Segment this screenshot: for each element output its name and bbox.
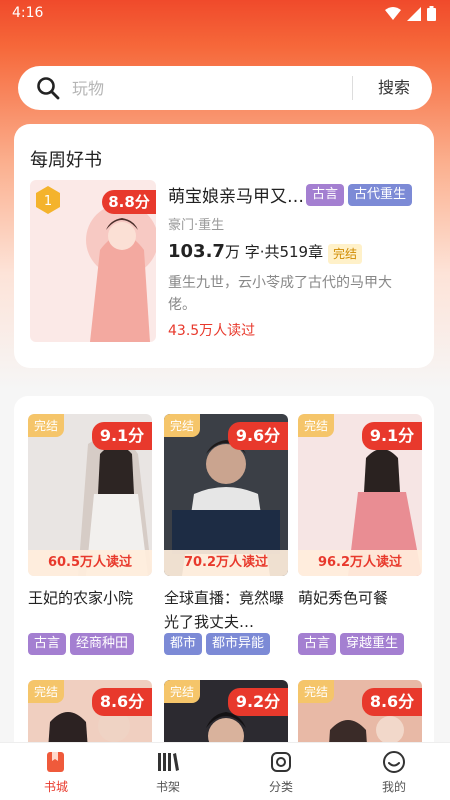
tab-label: 我的 bbox=[381, 780, 406, 794]
weekly-book-title[interactable]: 萌宝娘亲马甲又掉了 bbox=[168, 182, 304, 207]
weekly-book-tag-sub[interactable]: 古代重生 bbox=[348, 184, 413, 206]
book-tag[interactable]: 古言 bbox=[298, 633, 337, 655]
book-score: 9.2分 bbox=[228, 688, 288, 716]
book-readers: 70.2万人读过 bbox=[164, 550, 288, 576]
search-bar[interactable]: 搜索 bbox=[18, 66, 432, 110]
book-cover[interactable]: 完结 9.1分 96.2万人读过 bbox=[298, 414, 422, 576]
weekly-book-description: 重生九世，云小苓成了古代的马甲大佬。 bbox=[168, 275, 392, 313]
book-score: 8.6分 bbox=[92, 688, 152, 716]
search-icon[interactable] bbox=[36, 76, 60, 100]
weekly-picks-title: 每周好书 bbox=[30, 150, 102, 171]
book-title[interactable]: 萌妃秀色可餐 bbox=[298, 586, 422, 610]
book-city-icon bbox=[47, 752, 64, 772]
tab-label: 分类 bbox=[268, 780, 293, 794]
book-score: 8.6分 bbox=[362, 688, 422, 716]
book-tags: 都市 都市异能 bbox=[164, 632, 294, 655]
book-status-badge: 完结 bbox=[164, 680, 201, 703]
tab-label: 书城 bbox=[43, 780, 68, 794]
category-icon bbox=[271, 752, 291, 772]
tab-book-city[interactable]: 书城 bbox=[26, 749, 86, 795]
book-tag[interactable]: 经商种田 bbox=[70, 633, 135, 655]
tab-label: 书架 bbox=[155, 780, 180, 794]
book-score: 9.1分 bbox=[362, 422, 422, 450]
weekly-book-stats: 103.7万 字·共519章 bbox=[168, 241, 323, 262]
book-tag[interactable]: 穿越重生 bbox=[340, 633, 405, 655]
weekly-book-status: 完结 bbox=[328, 244, 363, 264]
wifi-icon bbox=[385, 6, 401, 20]
word-count: 103.7 bbox=[168, 241, 225, 262]
book-score: 9.6分 bbox=[228, 422, 288, 450]
book-cover[interactable]: 完结 9.6分 70.2万人读过 bbox=[164, 414, 288, 576]
book-tag[interactable]: 古言 bbox=[28, 633, 67, 655]
weekly-book-readers: 43.5万人读过 bbox=[168, 323, 256, 339]
book-tag[interactable]: 都市 bbox=[164, 633, 203, 655]
weekly-picks-card: 每周好书 1 8.8分 萌宝娘亲马甲又掉了 古言 古代重生 豪门·重生 103.… bbox=[14, 124, 434, 368]
status-bar: 4:16 bbox=[0, 0, 450, 26]
stats-suffix: 万 字·共519章 bbox=[224, 243, 324, 261]
search-button[interactable]: 搜索 bbox=[364, 76, 424, 100]
book-status-badge: 完结 bbox=[28, 414, 65, 437]
weekly-book-subtitle: 豪门·重生 bbox=[168, 218, 225, 233]
status-time: 4:16 bbox=[12, 5, 44, 21]
tab-profile[interactable]: 我的 bbox=[364, 749, 424, 795]
search-input[interactable] bbox=[72, 78, 352, 98]
rank-badge-icon: 1 bbox=[36, 186, 60, 214]
book-status-badge: 完结 bbox=[298, 414, 335, 437]
bookshelf-icon bbox=[158, 753, 179, 771]
rank-number: 1 bbox=[44, 194, 52, 209]
tab-bookshelf[interactable]: 书架 bbox=[138, 749, 198, 795]
book-tag[interactable]: 都市异能 bbox=[206, 633, 271, 655]
book-cover[interactable]: 完结 9.1分 60.5万人读过 bbox=[28, 414, 152, 576]
book-readers: 96.2万人读过 bbox=[298, 550, 422, 576]
book-score: 9.1分 bbox=[92, 422, 152, 450]
weekly-book-cover[interactable]: 1 8.8分 bbox=[30, 180, 156, 342]
book-readers: 60.5万人读过 bbox=[28, 550, 152, 576]
book-title[interactable]: 全球直播：竟然曝光了我丈夫… bbox=[164, 586, 288, 634]
book-status-badge: 完结 bbox=[164, 414, 201, 437]
profile-icon bbox=[383, 751, 405, 773]
book-title[interactable]: 王妃的农家小院 bbox=[28, 586, 152, 610]
book-status-badge: 完结 bbox=[298, 680, 335, 703]
search-divider bbox=[352, 76, 353, 100]
weekly-book-score: 8.8分 bbox=[102, 190, 156, 214]
signal-icon bbox=[407, 6, 421, 21]
tab-category[interactable]: 分类 bbox=[251, 749, 311, 795]
bottom-tab-bar: 书城 书架 分类 我的 bbox=[0, 742, 450, 800]
book-grid: 完结 9.1分 60.5万人读过 王妃的农家小院 古言 经商种田 完结 9.6分 … bbox=[14, 396, 434, 800]
status-icons bbox=[385, 6, 436, 21]
book-tags: 古言 经商种田 bbox=[28, 632, 158, 655]
battery-icon bbox=[427, 6, 436, 21]
book-tags: 古言 穿越重生 bbox=[298, 632, 428, 655]
weekly-book-tag-genre[interactable]: 古言 bbox=[306, 184, 345, 206]
book-status-badge: 完结 bbox=[28, 680, 65, 703]
